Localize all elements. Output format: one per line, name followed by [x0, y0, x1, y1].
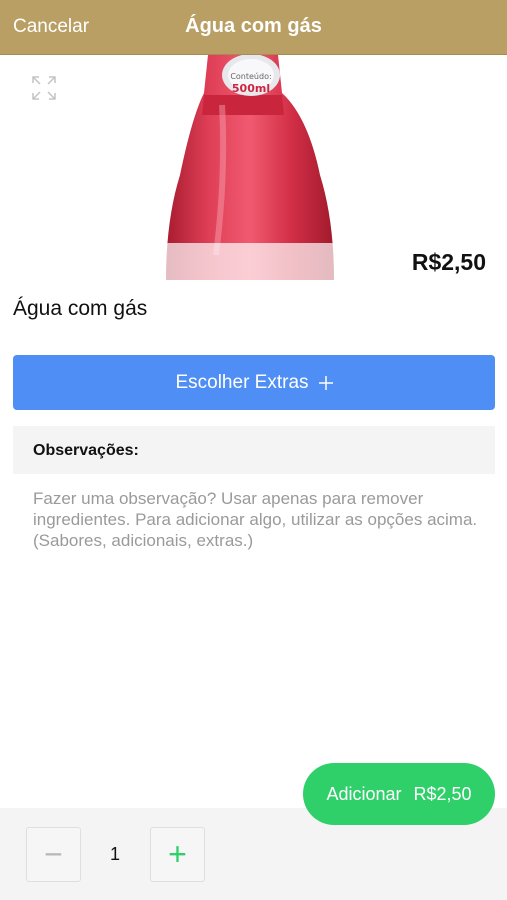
plus-icon — [318, 372, 333, 394]
observations-input[interactable] — [25, 484, 491, 692]
expand-icon[interactable] — [30, 74, 58, 102]
quantity-decrease-button[interactable]: − — [26, 827, 81, 882]
bottle-image: Conteúdo: 500ml — [166, 55, 334, 280]
bottle-label-text: Conteúdo: — [230, 72, 271, 81]
navigation-bar: Cancelar Água com gás — [0, 0, 507, 55]
page-title: Água com gás — [185, 15, 322, 37]
quantity-value: 1 — [109, 844, 120, 864]
choose-extras-label: Escolher Extras — [175, 371, 309, 393]
product-name: Água com gás — [13, 297, 148, 320]
add-button-label: Adicionar — [326, 783, 402, 804]
add-to-cart-button[interactable]: Adicionar R$2,50 — [303, 763, 495, 825]
product-price: R$2,50 — [411, 249, 486, 275]
observations-label: Observações: — [33, 442, 139, 459]
bottle-volume-text: 500ml — [232, 82, 270, 95]
quantity-increase-button[interactable]: + — [150, 827, 205, 882]
product-image-area: Conteúdo: 500ml — [0, 55, 507, 280]
choose-extras-button[interactable]: Escolher Extras — [13, 355, 495, 410]
add-button-price: R$2,50 — [413, 783, 472, 804]
observations-header: Observações: — [13, 426, 495, 474]
